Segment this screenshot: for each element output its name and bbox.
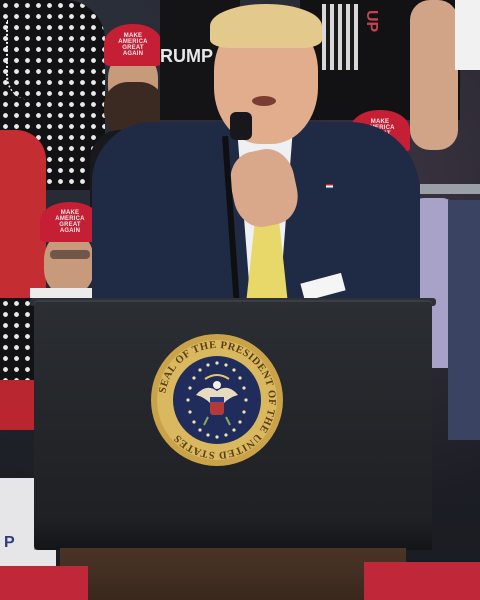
podium-shadow [34, 520, 432, 550]
stage-red-right [364, 562, 480, 600]
crowd-person-white-shirt [455, 0, 480, 70]
crowd-sunglasses [50, 250, 90, 259]
crowd-hat-bearded: MAKE AMERICA GREAT AGAIN [104, 24, 162, 66]
lapel-flag-pin [326, 184, 333, 189]
speaker-hair [210, 4, 322, 48]
shirt-text-bottom: P [4, 534, 15, 551]
presidential-seal: SEAL OF THE PRESIDENT OF THE UNITED STAT… [151, 334, 283, 466]
crowd-person-far-right [448, 200, 480, 440]
crowd-railing [420, 184, 480, 194]
microphone [230, 112, 252, 140]
shirt-flag-print [322, 4, 358, 70]
crowd-person-arm-right [410, 0, 458, 150]
stage-red-left [0, 566, 88, 600]
photo-scene: MAKE AMERICA GREAT AGAIN RUMP UP MAKE AM… [0, 0, 480, 600]
hat-slogan: MAKE AMERICA GREAT AGAIN [118, 33, 148, 57]
shirt-text-left: RUMP [160, 46, 213, 66]
shirt-text-right: UP [363, 10, 380, 33]
speaker-mouth [252, 96, 276, 106]
podium-base [60, 548, 406, 600]
crowd-hat-glasses: MAKE AMERICA GREAT AGAIN [40, 202, 100, 242]
crowd-person-necklace [6, 20, 30, 100]
hat-slogan: MAKE AMERICA GREAT AGAIN [55, 210, 85, 234]
